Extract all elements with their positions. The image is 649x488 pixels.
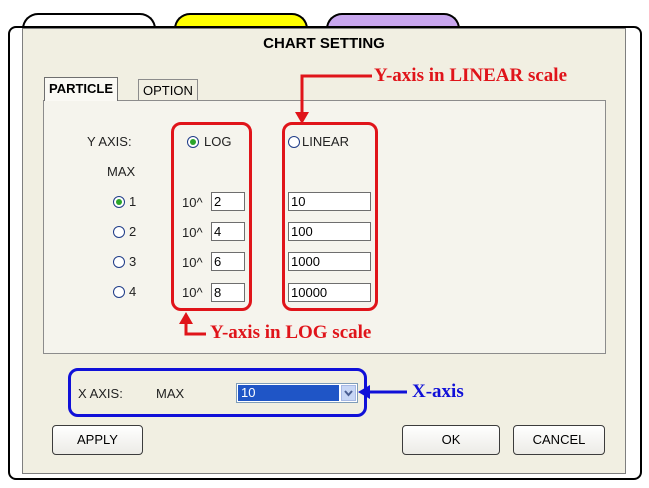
max-radio-1[interactable] <box>113 196 125 208</box>
log-highlight-box <box>171 122 252 311</box>
annotation-log: Y-axis in LOG scale <box>210 322 372 343</box>
linear-highlight-box <box>282 122 378 311</box>
x-axis-label: X AXIS: <box>78 386 123 401</box>
dialog-title: CHART SETTING <box>263 35 385 52</box>
ok-button[interactable]: OK <box>402 425 500 455</box>
chevron-down-icon[interactable] <box>341 385 356 401</box>
apply-button[interactable]: APPLY <box>52 425 143 455</box>
x-axis-max-select[interactable]: 10 <box>236 383 358 403</box>
x-axis-max-value: 10 <box>238 385 339 401</box>
tab-particle[interactable]: PARTICLE <box>44 77 119 101</box>
max-index-4: 4 <box>129 284 137 299</box>
max-index-3: 3 <box>129 254 137 269</box>
annotation-xaxis: X-axis <box>412 381 464 402</box>
x-axis-max-label: MAX <box>156 386 185 401</box>
max-index-2: 2 <box>129 224 137 239</box>
max-label: MAX <box>107 164 136 179</box>
annotation-linear: Y-axis in LINEAR scale <box>374 65 568 86</box>
tab-particle-label: PARTICLE <box>49 81 114 96</box>
tab-option-label: OPTION <box>143 83 193 98</box>
max-radio-2[interactable] <box>113 226 125 238</box>
max-radio-3[interactable] <box>113 256 125 268</box>
cancel-button[interactable]: CANCEL <box>513 425 605 455</box>
max-radio-4[interactable] <box>113 286 125 298</box>
max-index-1: 1 <box>129 194 137 209</box>
tab-option[interactable]: OPTION <box>138 79 198 101</box>
y-axis-label: Y AXIS: <box>87 134 132 149</box>
